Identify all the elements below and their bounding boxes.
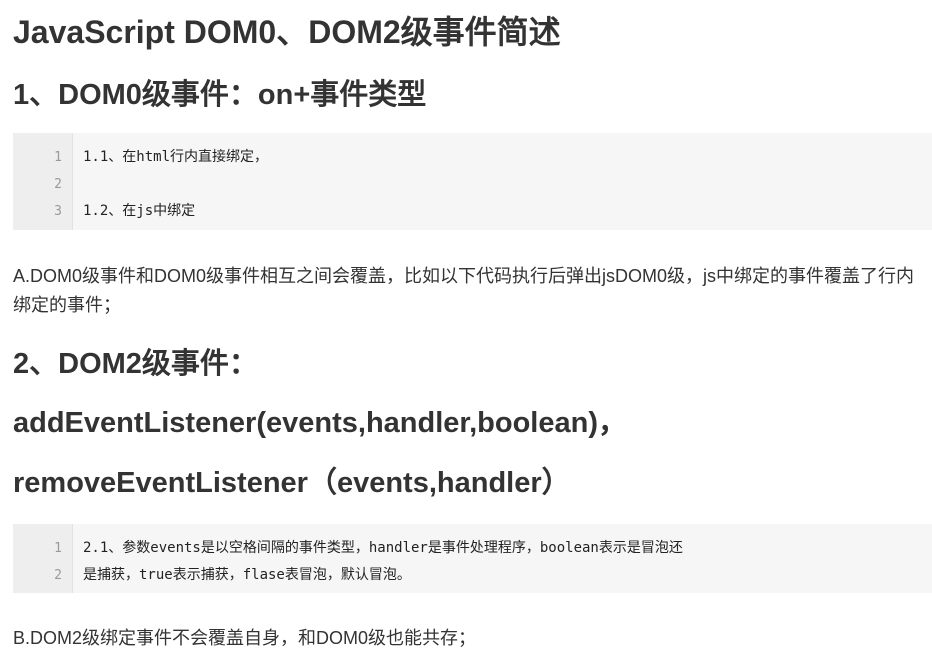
code-lines: 1.1、在html行内直接绑定， 1.2、在js中绑定 bbox=[73, 133, 932, 230]
code-lines: 2.1、参数events是以空格间隔的事件类型，handler是事件处理程序，b… bbox=[73, 524, 932, 593]
line-number: 1 bbox=[54, 541, 62, 556]
article: JavaScript DOM0、DOM2级事件简述 1、DOM0级事件：on+事… bbox=[0, 0, 932, 665]
remove-event-listener-heading: removeEventListener（events,handler） bbox=[13, 467, 571, 499]
section1-heading: 1、DOM0级事件：on+事件类型 bbox=[13, 79, 427, 111]
code-block-dom2: 1 2 2.1、参数events是以空格间隔的事件类型，handler是事件处理… bbox=[13, 524, 932, 593]
line-number: 2 bbox=[54, 568, 62, 583]
line-number: 3 bbox=[54, 204, 62, 219]
line-number: 2 bbox=[54, 177, 62, 192]
code-line: 是捕获，true表示捕获，flase表冒泡，默认冒泡。 bbox=[83, 567, 411, 583]
code-line: 2.1、参数events是以空格间隔的事件类型，handler是事件处理程序，b… bbox=[83, 540, 683, 556]
code-block-dom0: 1 2 3 1.1、在html行内直接绑定， 1.2、在js中绑定 bbox=[13, 133, 932, 230]
section1-note: A.DOM0级事件和DOM0级事件相互之间会覆盖，比如以下代码执行后弹出jsDO… bbox=[13, 266, 915, 315]
section2-note: B.DOM2级绑定事件不会覆盖自身，和DOM0级也能共存； bbox=[13, 628, 477, 648]
line-number-gutter: 1 2 bbox=[13, 524, 73, 593]
page-title: JavaScript DOM0、DOM2级事件简述 bbox=[13, 14, 561, 50]
section2-heading: 2、DOM2级事件： bbox=[13, 348, 258, 380]
line-number-gutter: 1 2 3 bbox=[13, 133, 73, 230]
line-number: 1 bbox=[54, 150, 62, 165]
code-line: 1.1、在html行内直接绑定， bbox=[83, 149, 269, 165]
code-line: 1.2、在js中绑定 bbox=[83, 203, 196, 219]
add-event-listener-heading: addEventListener(events,handler,boolean)… bbox=[13, 407, 627, 439]
